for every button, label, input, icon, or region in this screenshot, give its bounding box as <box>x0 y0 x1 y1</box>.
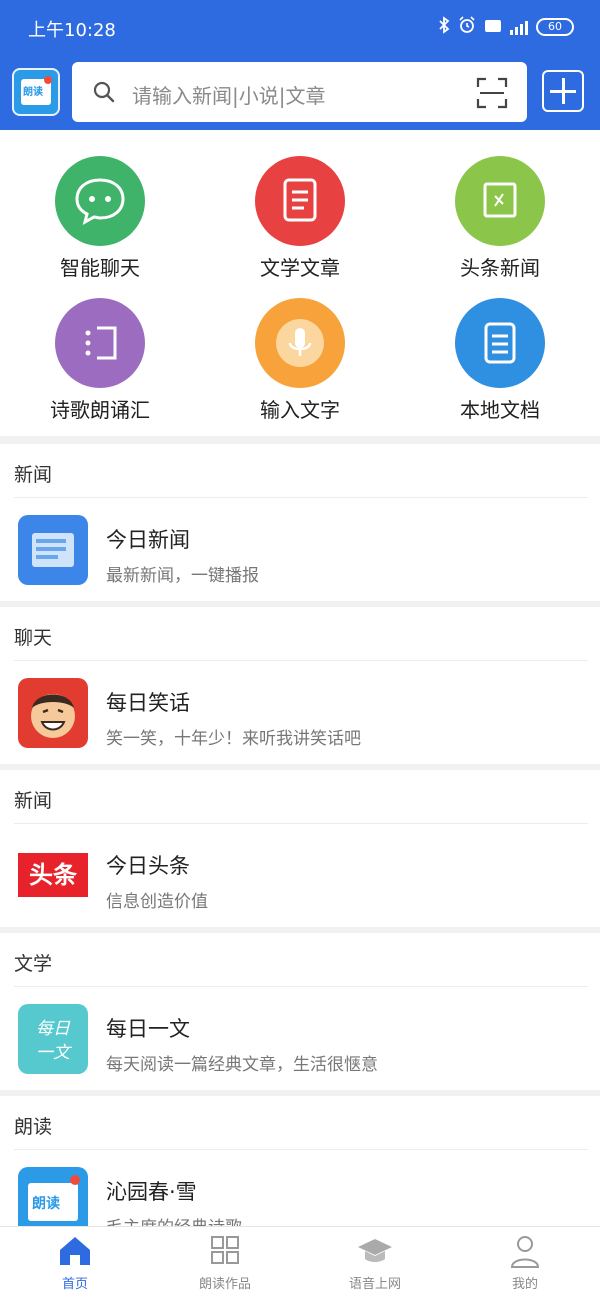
section-line <box>14 660 588 661</box>
section-divider <box>0 1090 600 1096</box>
headline-icon <box>483 182 517 218</box>
section-title: 文学 <box>14 953 53 975</box>
feed-section-literature: 文学 每日 一文 每日一文 每天阅读一篇经典文章，生活很惬意 <box>0 949 600 1089</box>
newspaper-icon <box>18 515 88 585</box>
article-icon <box>283 178 317 222</box>
status-bar: 上午10:28 60 <box>0 0 600 54</box>
feature-grid: 智能聊天 文学文章 头条新闻 诗歌朗诵汇 输入文字 本地文档 <box>0 150 600 432</box>
card-subtitle: 毛主席的经典诗歌 <box>106 1213 242 1226</box>
literature-circle <box>255 156 345 246</box>
battery-icon: 60 <box>536 18 574 36</box>
nav-home[interactable]: 首页 <box>0 1227 150 1298</box>
chat-circle <box>55 156 145 246</box>
nav-voice-web[interactable]: 语音上网 <box>300 1227 450 1298</box>
section-title: 新闻 <box>14 790 53 812</box>
section-divider <box>0 927 600 933</box>
grid-label: 智能聊天 <box>60 256 140 280</box>
toutiao-logo: 头条 <box>18 841 88 911</box>
grid-item-local[interactable]: 本地文档 <box>400 292 600 432</box>
nav-label: 朗读作品 <box>198 1277 251 1292</box>
card-title[interactable]: 今日头条 <box>106 850 190 880</box>
section-title: 聊天 <box>14 627 53 649</box>
signal-icon <box>510 19 528 35</box>
bluetooth-icon <box>438 16 450 38</box>
card-subtitle: 笑一笑，十年少！来听我讲笑话吧 <box>106 729 361 749</box>
reading-book-icon: 朗读 <box>18 1167 88 1226</box>
section-title: 朗读 <box>14 1116 53 1138</box>
section-divider <box>0 436 600 444</box>
section-line <box>14 823 588 824</box>
section-line <box>14 1149 588 1150</box>
grid-apps-icon <box>211 1236 239 1264</box>
nav-profile[interactable]: 我的 <box>450 1227 600 1298</box>
card-subtitle: 每天阅读一篇经典文章，生活很惬意 <box>106 1055 378 1075</box>
section-divider <box>0 601 600 607</box>
grid-item-input[interactable]: 输入文字 <box>200 292 400 432</box>
grid-item-chat[interactable]: 智能聊天 <box>0 150 200 290</box>
grid-item-poetry[interactable]: 诗歌朗诵汇 <box>0 292 200 432</box>
badge-dot <box>70 1175 80 1185</box>
feed-section-headlines: 新闻 头条 今日头条 信息创造价值 <box>0 786 600 926</box>
input-circle <box>255 298 345 388</box>
headlines-circle <box>455 156 545 246</box>
scan-icon[interactable] <box>475 76 509 110</box>
nav-label: 我的 <box>511 1277 538 1292</box>
home-icon <box>60 1237 90 1265</box>
document-icon <box>484 322 516 364</box>
graduation-cap-icon <box>358 1239 392 1262</box>
daily-article-icon: 每日 一文 <box>18 1004 88 1074</box>
user-icon <box>510 1236 540 1268</box>
chat-bubble-icon <box>75 178 125 225</box>
daily-logo-line1: 每日 <box>36 1019 70 1039</box>
daily-logo-line2: 一文 <box>36 1043 70 1063</box>
grid-label: 本地文档 <box>460 398 540 422</box>
section-line <box>14 497 588 498</box>
section-line <box>14 986 588 987</box>
reading-logo-text: 朗读 <box>32 1196 60 1212</box>
logo-text: 朗读 <box>23 87 43 98</box>
feed-section-reading: 朗读 朗读 沁园春·雪 毛主席的经典诗歌 <box>0 1112 600 1226</box>
search-icon <box>92 80 116 104</box>
bottom-navigation: 首页 朗读作品 语音上网 我的 <box>0 1226 600 1298</box>
card-title[interactable]: 每日笑话 <box>106 687 190 717</box>
status-icons: 60 <box>438 16 574 38</box>
add-button[interactable] <box>542 70 584 112</box>
nav-works[interactable]: 朗读作品 <box>150 1227 300 1298</box>
logo-dot <box>44 76 52 84</box>
top-header: 上午10:28 60 朗读 请输入新闻|小说|文章 <box>0 0 600 130</box>
feed-section-chat: 聊天 每日笑话 笑一笑，十年少！来听我讲笑话吧 <box>0 623 600 763</box>
grid-item-literature[interactable]: 文学文章 <box>200 150 400 290</box>
section-title: 新闻 <box>14 464 53 486</box>
poetry-circle <box>55 298 145 388</box>
poetry-icon <box>85 326 117 360</box>
toutiao-logo-text: 头条 <box>18 853 88 897</box>
grid-label: 头条新闻 <box>460 256 540 280</box>
card-title[interactable]: 沁园春·雪 <box>106 1176 197 1206</box>
card-subtitle: 最新新闻，一键播报 <box>106 566 259 586</box>
grid-label: 诗歌朗诵汇 <box>50 398 150 422</box>
alarm-icon <box>458 16 476 38</box>
grid-item-headlines[interactable]: 头条新闻 <box>400 150 600 290</box>
search-input[interactable]: 请输入新闻|小说|文章 <box>132 80 325 109</box>
grid-label: 输入文字 <box>260 398 340 422</box>
laughing-face-icon <box>18 678 88 748</box>
local-circle <box>455 298 545 388</box>
app-logo[interactable]: 朗读 <box>12 68 60 116</box>
microphone-icon <box>276 319 324 367</box>
card-title[interactable]: 每日一文 <box>106 1013 190 1043</box>
card-title[interactable]: 今日新闻 <box>106 524 190 554</box>
nav-label: 语音上网 <box>348 1277 401 1292</box>
hd-icon <box>484 18 502 37</box>
feed-section-news: 新闻 今日新闻 最新新闻，一键播报 <box>0 460 600 600</box>
status-time: 上午10:28 <box>28 20 116 41</box>
grid-label: 文学文章 <box>260 256 340 280</box>
card-subtitle: 信息创造价值 <box>106 892 208 912</box>
nav-label: 首页 <box>61 1277 88 1292</box>
section-divider <box>0 764 600 770</box>
search-box[interactable]: 请输入新闻|小说|文章 <box>72 62 527 122</box>
